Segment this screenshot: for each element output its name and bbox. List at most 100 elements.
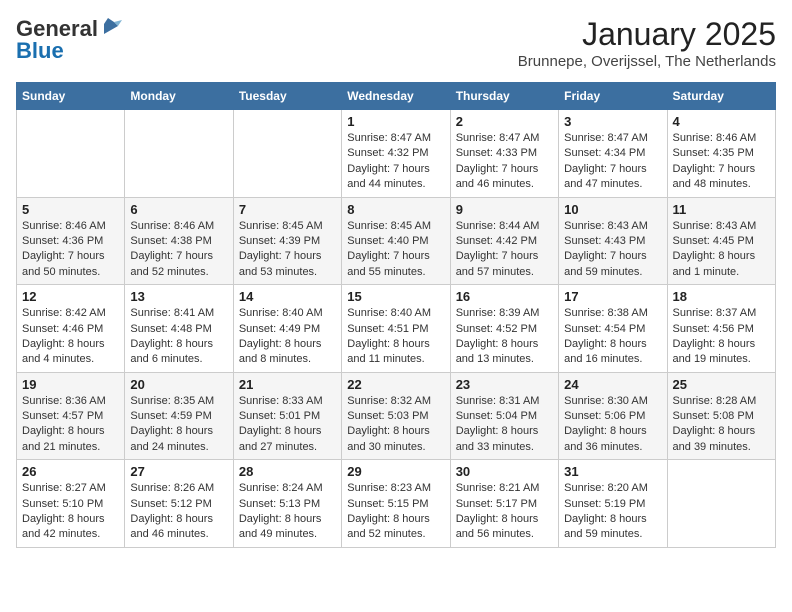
calendar-cell: 12 Sunrise: 8:42 AMSunset: 4:46 PMDayligh… <box>17 285 125 373</box>
day-number: 30 <box>456 464 553 479</box>
calendar-cell: 26 Sunrise: 8:27 AMSunset: 5:10 PMDayligh… <box>17 460 125 548</box>
day-number: 2 <box>456 114 553 129</box>
weekday-header: Tuesday <box>233 83 341 110</box>
calendar-cell: 27Sunrise: 8:26 AMSunset: 5:12 PMDayligh… <box>125 460 233 548</box>
day-info: Sunrise: 8:36 AMSunset: 4:57 PMDaylight:… <box>22 394 119 456</box>
day-number: 20 <box>130 377 227 392</box>
calendar-cell: 18 Sunrise: 8:37 AMSunset: 4:56 PMDayligh… <box>667 285 775 373</box>
logo-blue: Blue <box>16 38 64 64</box>
day-info: Sunrise: 8:27 AMSunset: 5:10 PMDaylight:… <box>22 481 119 543</box>
day-number: 18 <box>673 289 770 304</box>
day-info: Sunrise: 8:30 AMSunset: 5:06 PMDaylight:… <box>564 394 661 456</box>
calendar-cell: 31 Sunrise: 8:20 AMSunset: 5:19 PMDayligh… <box>559 460 667 548</box>
day-number: 16 <box>456 289 553 304</box>
calendar-week-row: 5Sunrise: 8:46 AMSunset: 4:36 PMDaylight… <box>17 197 776 285</box>
calendar-cell <box>125 110 233 198</box>
day-number: 19 <box>22 377 119 392</box>
day-info: Sunrise: 8:46 AMSunset: 4:36 PMDaylight:… <box>22 219 119 281</box>
weekday-header: Friday <box>559 83 667 110</box>
day-info: Sunrise: 8:35 AMSunset: 4:59 PMDaylight:… <box>130 394 227 456</box>
day-number: 7 <box>239 202 336 217</box>
calendar-cell: 6 Sunrise: 8:46 AMSunset: 4:38 PMDaylight… <box>125 197 233 285</box>
day-info: Sunrise: 8:40 AMSunset: 4:49 PMDaylight:… <box>239 306 336 368</box>
day-number: 21 <box>239 377 336 392</box>
calendar-week-row: 1 Sunrise: 8:47 AMSunset: 4:32 PMDaylight… <box>17 110 776 198</box>
calendar-cell: 28 Sunrise: 8:24 AMSunset: 5:13 PMDayligh… <box>233 460 341 548</box>
calendar-cell: 21 Sunrise: 8:33 AMSunset: 5:01 PMDayligh… <box>233 372 341 460</box>
calendar-cell <box>667 460 775 548</box>
calendar-cell: 4Sunrise: 8:46 AMSunset: 4:35 PMDaylight… <box>667 110 775 198</box>
calendar-cell <box>17 110 125 198</box>
weekday-header-row: SundayMondayTuesdayWednesdayThursdayFrid… <box>17 83 776 110</box>
day-info: Sunrise: 8:24 AMSunset: 5:13 PMDaylight:… <box>239 481 336 543</box>
calendar-cell: 13 Sunrise: 8:41 AMSunset: 4:48 PMDayligh… <box>125 285 233 373</box>
calendar-cell: 7 Sunrise: 8:45 AMSunset: 4:39 PMDaylight… <box>233 197 341 285</box>
calendar-cell: 3 Sunrise: 8:47 AMSunset: 4:34 PMDaylight… <box>559 110 667 198</box>
weekday-header: Sunday <box>17 83 125 110</box>
title-block: January 2025 Brunnepe, Overijssel, The N… <box>518 16 776 70</box>
day-number: 6 <box>130 202 227 217</box>
day-number: 17 <box>564 289 661 304</box>
calendar-cell: 22 Sunrise: 8:32 AMSunset: 5:03 PMDayligh… <box>342 372 450 460</box>
day-number: 27 <box>130 464 227 479</box>
day-number: 14 <box>239 289 336 304</box>
day-info: Sunrise: 8:21 AMSunset: 5:17 PMDaylight:… <box>456 481 553 543</box>
calendar-cell: 23 Sunrise: 8:31 AMSunset: 5:04 PMDayligh… <box>450 372 558 460</box>
day-info: Sunrise: 8:45 AMSunset: 4:39 PMDaylight:… <box>239 219 336 281</box>
day-info: Sunrise: 8:43 AMSunset: 4:43 PMDaylight:… <box>564 219 661 281</box>
day-info: Sunrise: 8:23 AMSunset: 5:15 PMDaylight:… <box>347 481 444 543</box>
day-info: Sunrise: 8:44 AMSunset: 4:42 PMDaylight:… <box>456 219 553 281</box>
calendar-cell: 20 Sunrise: 8:35 AMSunset: 4:59 PMDayligh… <box>125 372 233 460</box>
calendar-week-row: 19 Sunrise: 8:36 AMSunset: 4:57 PMDayligh… <box>17 372 776 460</box>
day-info: Sunrise: 8:45 AMSunset: 4:40 PMDaylight:… <box>347 219 444 281</box>
calendar-cell: 10 Sunrise: 8:43 AMSunset: 4:43 PMDayligh… <box>559 197 667 285</box>
calendar-cell: 16Sunrise: 8:39 AMSunset: 4:52 PMDayligh… <box>450 285 558 373</box>
day-info: Sunrise: 8:43 AMSunset: 4:45 PMDaylight:… <box>673 219 770 281</box>
day-number: 24 <box>564 377 661 392</box>
day-number: 25 <box>673 377 770 392</box>
day-info: Sunrise: 8:41 AMSunset: 4:48 PMDaylight:… <box>130 306 227 368</box>
calendar-cell: 8 Sunrise: 8:45 AMSunset: 4:40 PMDaylight… <box>342 197 450 285</box>
day-number: 23 <box>456 377 553 392</box>
calendar-cell: 17Sunrise: 8:38 AMSunset: 4:54 PMDayligh… <box>559 285 667 373</box>
day-number: 13 <box>130 289 227 304</box>
calendar-cell: 9 Sunrise: 8:44 AMSunset: 4:42 PMDaylight… <box>450 197 558 285</box>
day-info: Sunrise: 8:47 AMSunset: 4:33 PMDaylight:… <box>456 131 553 193</box>
day-number: 3 <box>564 114 661 129</box>
day-info: Sunrise: 8:33 AMSunset: 5:01 PMDaylight:… <box>239 394 336 456</box>
day-number: 1 <box>347 114 444 129</box>
day-info: Sunrise: 8:31 AMSunset: 5:04 PMDaylight:… <box>456 394 553 456</box>
day-info: Sunrise: 8:47 AMSunset: 4:34 PMDaylight:… <box>564 131 661 193</box>
day-info: Sunrise: 8:20 AMSunset: 5:19 PMDaylight:… <box>564 481 661 543</box>
day-info: Sunrise: 8:32 AMSunset: 5:03 PMDaylight:… <box>347 394 444 456</box>
weekday-header: Monday <box>125 83 233 110</box>
calendar-cell: 19 Sunrise: 8:36 AMSunset: 4:57 PMDayligh… <box>17 372 125 460</box>
day-info: Sunrise: 8:46 AMSunset: 4:38 PMDaylight:… <box>130 219 227 281</box>
calendar-cell: 30 Sunrise: 8:21 AMSunset: 5:17 PMDayligh… <box>450 460 558 548</box>
day-number: 26 <box>22 464 119 479</box>
calendar-subtitle: Brunnepe, Overijssel, The Netherlands <box>518 53 776 70</box>
weekday-header: Thursday <box>450 83 558 110</box>
day-number: 22 <box>347 377 444 392</box>
day-info: Sunrise: 8:42 AMSunset: 4:46 PMDaylight:… <box>22 306 119 368</box>
day-info: Sunrise: 8:47 AMSunset: 4:32 PMDaylight:… <box>347 131 444 193</box>
day-number: 12 <box>22 289 119 304</box>
calendar-cell: 15Sunrise: 8:40 AMSunset: 4:51 PMDayligh… <box>342 285 450 373</box>
page-header: General Blue January 2025 Brunnepe, Over… <box>16 16 776 70</box>
calendar-cell: 2 Sunrise: 8:47 AMSunset: 4:33 PMDaylight… <box>450 110 558 198</box>
calendar-week-row: 26 Sunrise: 8:27 AMSunset: 5:10 PMDayligh… <box>17 460 776 548</box>
calendar-cell: 14 Sunrise: 8:40 AMSunset: 4:49 PMDayligh… <box>233 285 341 373</box>
day-number: 28 <box>239 464 336 479</box>
day-info: Sunrise: 8:46 AMSunset: 4:35 PMDaylight:… <box>673 131 770 193</box>
calendar-cell: 24 Sunrise: 8:30 AMSunset: 5:06 PMDayligh… <box>559 372 667 460</box>
calendar-cell: 1 Sunrise: 8:47 AMSunset: 4:32 PMDaylight… <box>342 110 450 198</box>
day-info: Sunrise: 8:37 AMSunset: 4:56 PMDaylight:… <box>673 306 770 368</box>
calendar-title: January 2025 <box>518 16 776 53</box>
day-number: 9 <box>456 202 553 217</box>
day-number: 8 <box>347 202 444 217</box>
day-number: 31 <box>564 464 661 479</box>
day-number: 11 <box>673 202 770 217</box>
calendar-cell: 11 Sunrise: 8:43 AMSunset: 4:45 PMDayligh… <box>667 197 775 285</box>
calendar-table: SundayMondayTuesdayWednesdayThursdayFrid… <box>16 82 776 548</box>
day-number: 10 <box>564 202 661 217</box>
